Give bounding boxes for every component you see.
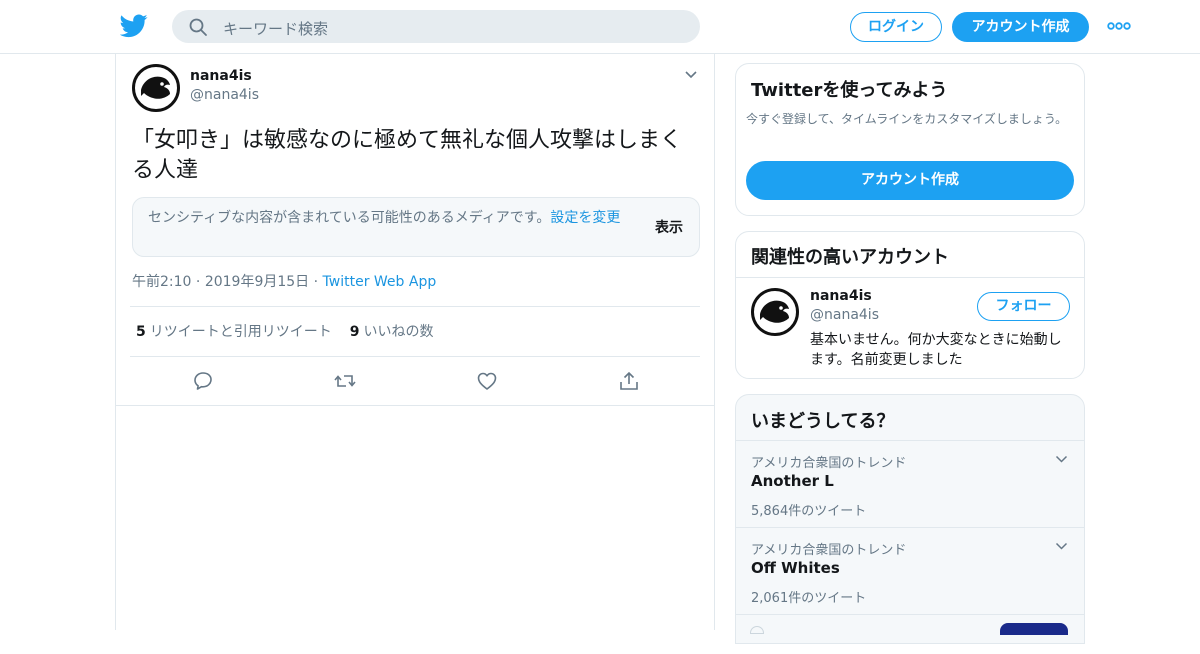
search-bar[interactable]: キーワード検索	[172, 10, 700, 43]
trend-tweet-count: 5,864件のツイート	[751, 504, 867, 519]
follow-button[interactable]: フォロー	[977, 292, 1070, 321]
trend-avatar-partial	[750, 626, 764, 634]
tweet-handle[interactable]: @nana4is	[190, 87, 259, 103]
signup-button[interactable]: アカウント作成	[952, 12, 1089, 42]
search-icon	[189, 18, 207, 36]
tweet-text: 「女叩き」は敏感なのに極めて無礼な個人攻撃はしまくる人達	[132, 128, 683, 183]
tweet-time[interactable]: 午前2:10	[132, 274, 191, 290]
trend-name[interactable]: Another L	[751, 472, 834, 490]
sensitive-message: センシティブな内容が含まれている可能性のあるメディアです。設定を変更	[148, 210, 621, 226]
trends-title: いまどうしてる？	[751, 411, 895, 432]
change-settings-link[interactable]: 設定を変更	[550, 210, 620, 226]
login-button[interactable]: ログイン	[850, 12, 942, 42]
signup-card-button[interactable]: アカウント作成	[746, 161, 1074, 200]
more-options-icon[interactable]	[1107, 20, 1131, 32]
reply-icon[interactable]	[192, 370, 214, 392]
like-stat[interactable]: 9 いいねの数	[350, 324, 434, 340]
signup-card-title: Twitterを使ってみよう	[751, 80, 948, 101]
show-media-button[interactable]: 表示	[655, 217, 683, 237]
tweet-column: nana4is @nana4is 「女叩き」は敏感なのに極めて無礼な個人攻撃はし…	[115, 54, 715, 630]
tweet-stats: 5 リツイートと引用リツイート 9 いいねの数	[136, 321, 434, 341]
trend-name[interactable]: Off Whites	[751, 559, 840, 577]
share-icon[interactable]	[618, 370, 640, 392]
signup-card: Twitterを使ってみよう 今すぐ登録して、タイムラインをカスタマイズしましょ…	[735, 63, 1085, 216]
related-account-name[interactable]: nana4is	[810, 288, 872, 304]
tweet-date[interactable]: 2019年9月15日	[205, 274, 309, 290]
top-bar: キーワード検索 ログイン アカウント作成	[0, 0, 1200, 54]
sensitive-media-notice: センシティブな内容が含まれている可能性のあるメディアです。設定を変更 表示	[132, 197, 700, 257]
trend-location: アメリカ合衆国のトレンド	[751, 456, 907, 471]
retweet-stat[interactable]: 5 リツイートと引用リツイート	[136, 324, 332, 340]
retweet-icon[interactable]	[334, 370, 356, 392]
trend-location: アメリカ合衆国のトレンド	[751, 543, 907, 558]
divider	[736, 277, 1084, 278]
tweet-meta: 午前2:10 · 2019年9月15日 · Twitter Web App	[132, 274, 437, 290]
divider	[130, 306, 700, 307]
promoted-image-partial	[1000, 623, 1068, 635]
related-accounts-card: 関連性の高いアカウント nana4is @nana4is フォロー 基本いません…	[735, 231, 1085, 379]
trend-tweet-count: 2,061件のツイート	[751, 591, 867, 606]
related-account-handle[interactable]: @nana4is	[810, 307, 879, 323]
avatar[interactable]	[751, 288, 799, 336]
chevron-down-icon[interactable]	[684, 70, 698, 80]
avatar[interactable]	[132, 64, 180, 112]
related-account-bio: 基本いません。何か大変なときに始動します。名前変更しました	[810, 332, 1062, 368]
chevron-down-icon[interactable]	[1055, 542, 1068, 551]
twitter-bird-icon[interactable]	[120, 13, 148, 39]
divider	[116, 405, 714, 406]
trend-item[interactable]: アメリカ合衆国のトレンド Off Whites 2,061件のツイート	[736, 527, 1084, 614]
like-heart-icon[interactable]	[476, 370, 498, 392]
trend-item[interactable]: アメリカ合衆国のトレンド Another L 5,864件のツイート	[736, 440, 1084, 527]
trends-card: いまどうしてる？ アメリカ合衆国のトレンド Another L 5,864件のツ…	[735, 394, 1085, 644]
tweet-display-name[interactable]: nana4is	[190, 68, 252, 84]
search-input[interactable]: キーワード検索	[223, 18, 328, 39]
divider	[130, 356, 700, 357]
signup-card-description: 今すぐ登録して、タイムラインをカスタマイズしましょう。	[746, 112, 1068, 126]
related-accounts-title: 関連性の高いアカウント	[751, 247, 949, 268]
tweet-source-app[interactable]: Twitter Web App	[323, 274, 437, 290]
chevron-down-icon[interactable]	[1055, 455, 1068, 464]
